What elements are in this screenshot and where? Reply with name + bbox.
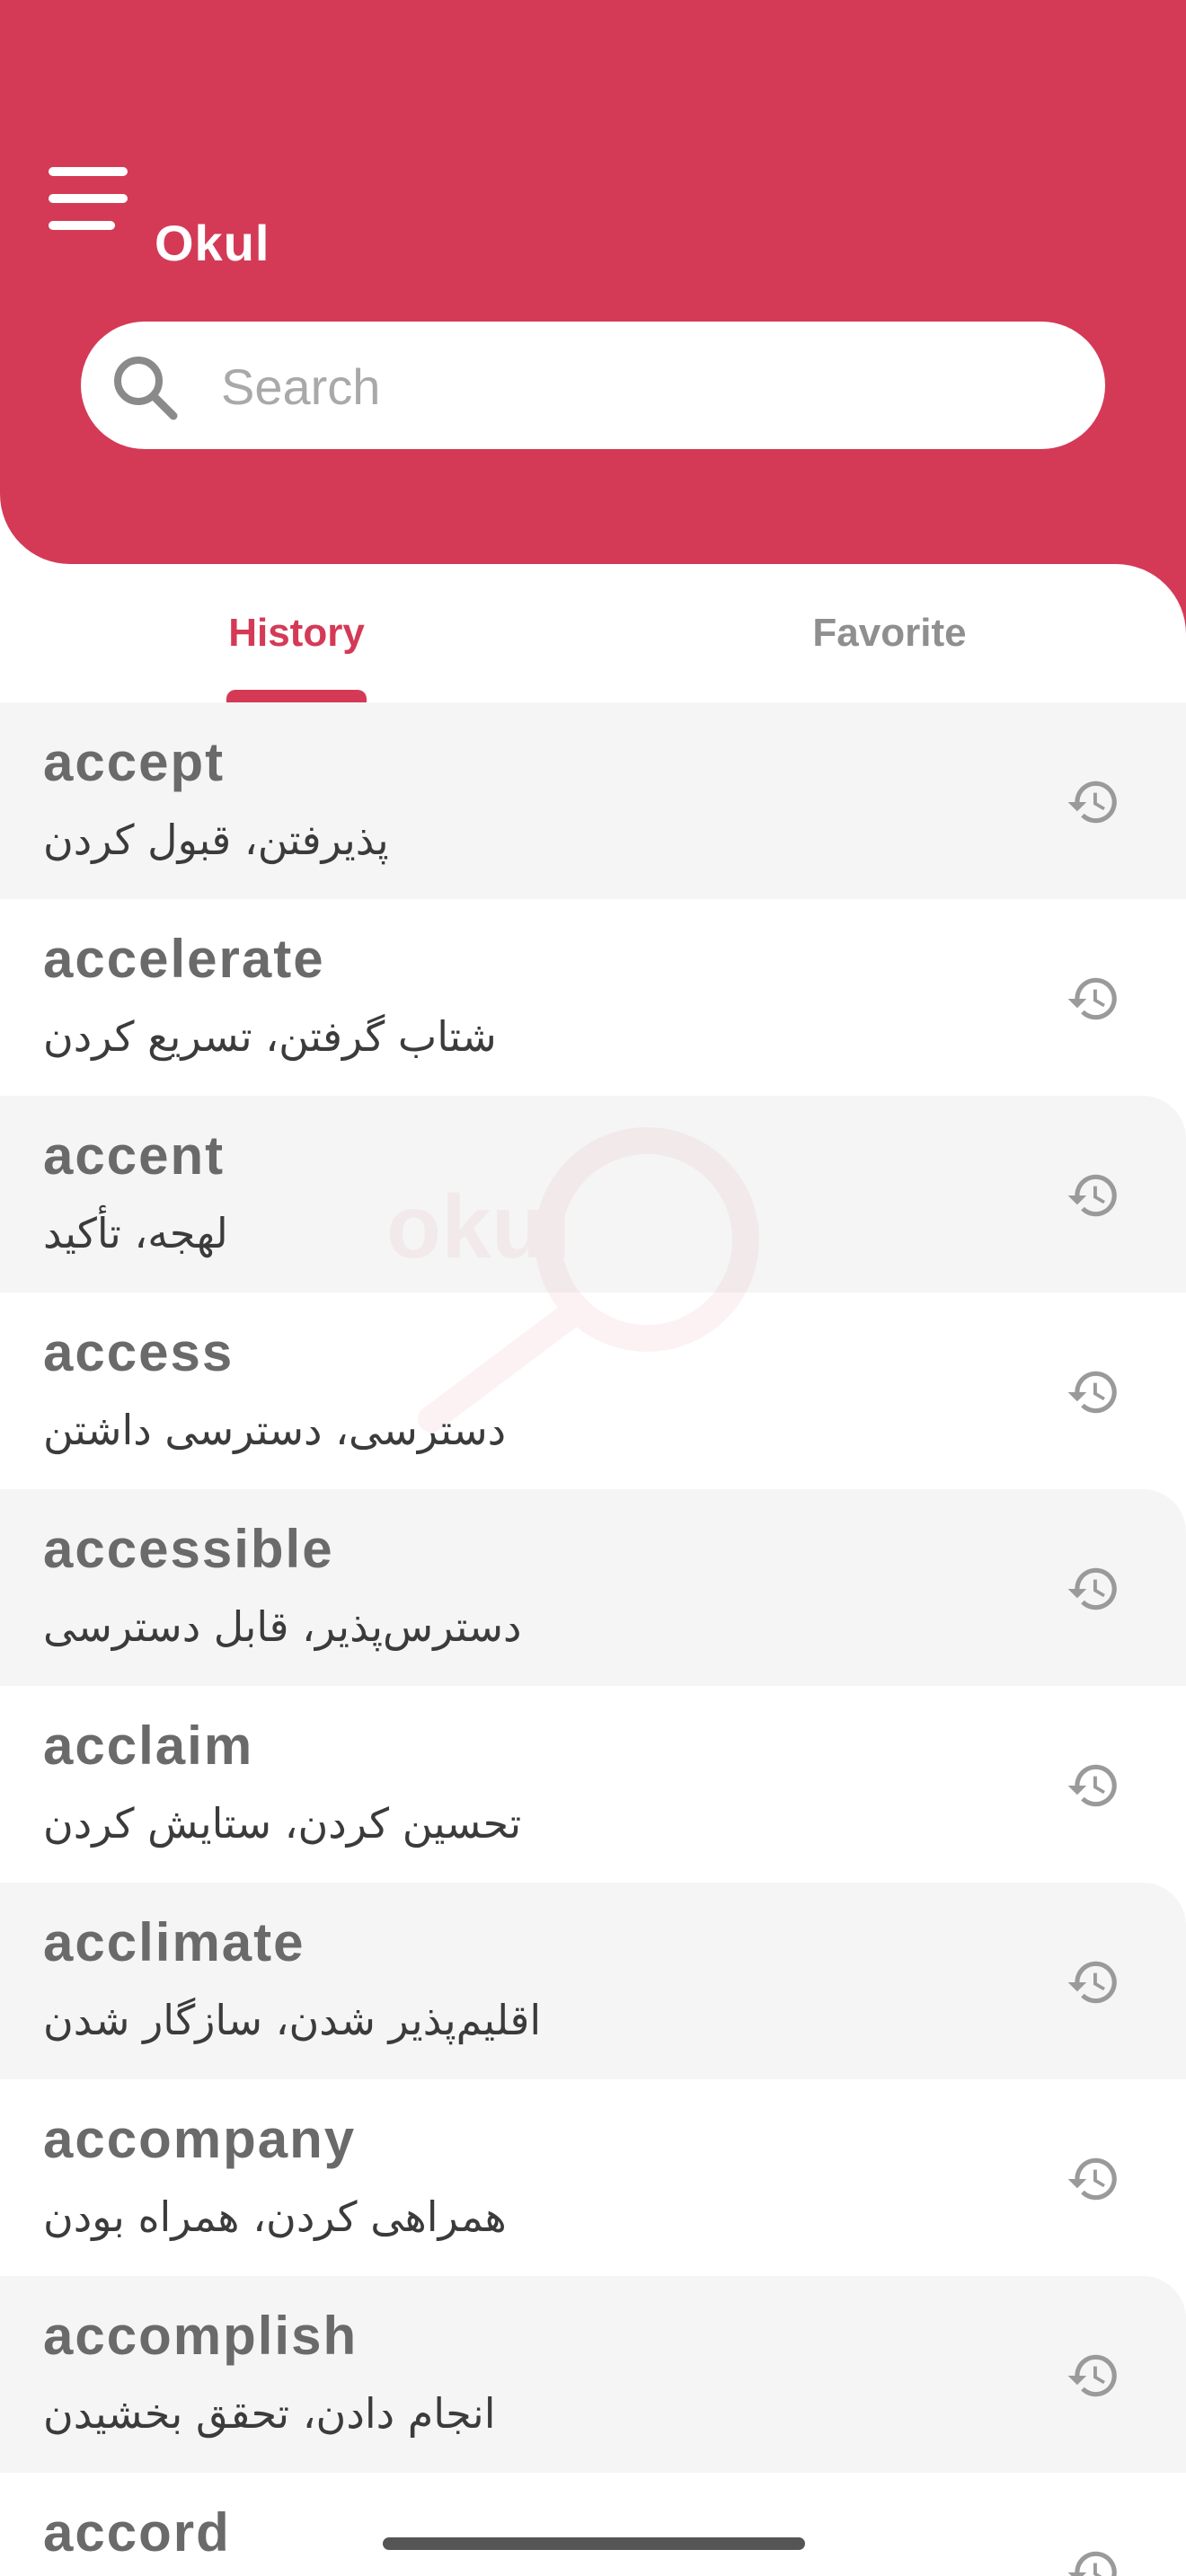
- meaning-text: دسترسی، دسترسی داشتن: [43, 1406, 507, 1454]
- list-item[interactable]: acclimate اقلیم‌پذیر شدن، سازگار شدن: [0, 1883, 1186, 2079]
- history-list: accept پذیرفتن، قبول کردن accelerate شتا…: [0, 702, 1186, 2576]
- meaning-text: تحسین کردن، ستایش کردن: [43, 1799, 522, 1848]
- list-item[interactable]: acclaim تحسین کردن، ستایش کردن: [0, 1686, 1186, 1883]
- meaning-text: دسترس‌پذیر، قابل دسترسی: [43, 1602, 522, 1651]
- hamburger-icon-line: [49, 221, 115, 230]
- tab-favorite[interactable]: Favorite: [593, 564, 1186, 702]
- tab-history[interactable]: History: [0, 564, 593, 702]
- search-input[interactable]: [221, 348, 1030, 424]
- list-item[interactable]: accessible دسترس‌پذیر، قابل دسترسی: [0, 1489, 1186, 1686]
- word-text: acclaim: [43, 1716, 254, 1776]
- search-icon: [114, 357, 178, 420]
- search-bar[interactable]: [81, 322, 1105, 449]
- word-text: accomplish: [43, 2306, 358, 2366]
- word-text: accept: [43, 732, 226, 792]
- word-text: accelerate: [43, 929, 325, 989]
- meaning-text: انجام دادن، تحقق بخشیدن: [43, 2389, 496, 2438]
- history-icon[interactable]: [1066, 1954, 1121, 2010]
- menu-button[interactable]: [49, 167, 128, 230]
- list-item[interactable]: accelerate شتاب گرفتن، تسریع کردن: [0, 899, 1186, 1096]
- history-icon[interactable]: [1066, 1364, 1121, 1420]
- app-header: Okul: [0, 0, 1186, 564]
- home-indicator: [383, 2537, 805, 2550]
- history-icon[interactable]: [1066, 2151, 1121, 2207]
- tab-bar: History Favorite: [0, 564, 1186, 704]
- history-icon[interactable]: [1066, 2348, 1121, 2404]
- history-icon[interactable]: [1066, 2545, 1121, 2576]
- meaning-text: اقلیم‌پذیر شدن، سازگار شدن: [43, 1996, 542, 2044]
- word-text: accompany: [43, 2109, 357, 2169]
- hamburger-icon-line: [49, 194, 128, 203]
- word-text: accessible: [43, 1519, 334, 1579]
- list-item[interactable]: accent لهجه، تأکید: [0, 1096, 1186, 1292]
- history-icon[interactable]: [1066, 774, 1121, 830]
- content-panel: History Favorite accept پذیرفتن، قبول کر…: [0, 564, 1186, 2576]
- list-item[interactable]: accompany همراهی کردن، همراه بودن: [0, 2079, 1186, 2276]
- meaning-text: پذیرفتن، قبول کردن: [43, 816, 389, 864]
- app-title: Okul: [155, 215, 270, 271]
- history-icon[interactable]: [1066, 971, 1121, 1027]
- meaning-text: همراهی کردن، همراه بودن: [43, 2192, 507, 2241]
- hamburger-icon-line: [49, 167, 128, 176]
- history-icon[interactable]: [1066, 1561, 1121, 1617]
- meaning-text: لهجه، تأکید: [43, 1209, 228, 1257]
- meaning-text: شتاب گرفتن، تسریع کردن: [43, 1012, 497, 1061]
- list-item[interactable]: accept پذیرفتن، قبول کردن: [0, 702, 1186, 899]
- word-text: accord: [43, 2502, 231, 2563]
- word-text: accent: [43, 1125, 226, 1186]
- word-text: access: [43, 1322, 235, 1382]
- list-item[interactable]: accord: [0, 2473, 1186, 2576]
- list-item[interactable]: access دسترسی، دسترسی داشتن: [0, 1292, 1186, 1489]
- history-icon[interactable]: [1066, 1758, 1121, 1813]
- word-text: acclimate: [43, 1912, 305, 1972]
- history-icon[interactable]: [1066, 1168, 1121, 1223]
- list-item[interactable]: accomplish انجام دادن، تحقق بخشیدن: [0, 2276, 1186, 2473]
